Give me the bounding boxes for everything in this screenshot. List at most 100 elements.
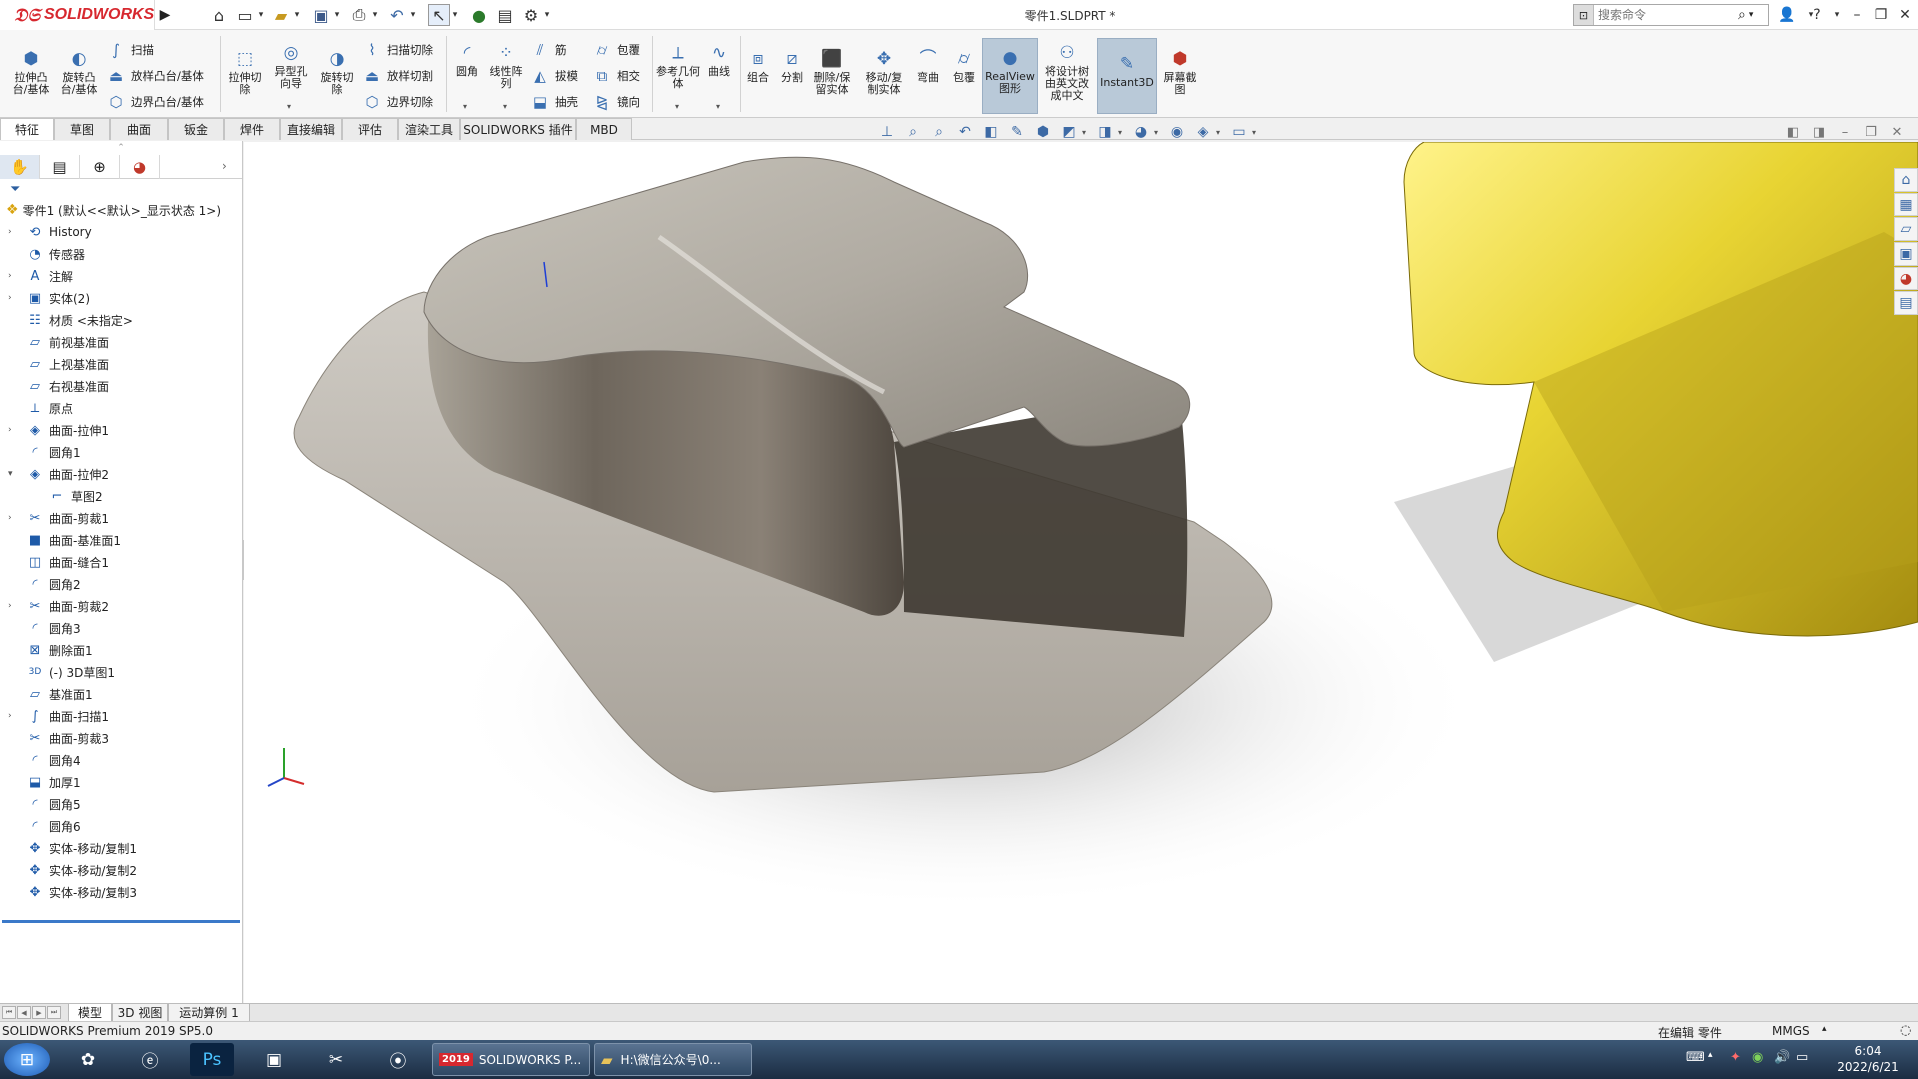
mirror-button[interactable]: ⧎ 镜向 (592, 92, 640, 112)
search-input[interactable] (1594, 8, 1734, 22)
search-dropdown-icon[interactable]: ▾ (1749, 10, 1754, 20)
tree-root-part[interactable]: ❖ 零件1 (默认<<默认>_显示状态 1>) (0, 199, 242, 221)
tray-network-icon[interactable]: ▭ (1796, 1050, 1808, 1065)
tree-item[interactable]: ⊠ 删除面1 (0, 639, 242, 661)
search-icon[interactable]: ⌕ (1738, 7, 1746, 23)
instant3d-toggle[interactable]: ✎ Instant3D (1097, 38, 1157, 114)
zoom-to-area-icon[interactable]: ⌕ (926, 122, 952, 142)
tree-item[interactable]: ◫ 曲面-缝合1 (0, 551, 242, 573)
tree-item[interactable]: ◜ 圆角6 (0, 815, 242, 837)
feature-manager-tab-icon[interactable]: ✋ (0, 155, 40, 179)
start-button-icon[interactable]: ⊞ (4, 1043, 50, 1076)
tree-filter-icon[interactable]: ⏷ (0, 179, 242, 199)
print-icon[interactable]: ⎙ (348, 4, 370, 26)
user-account-icon[interactable]: 👤 (1776, 4, 1798, 26)
tree-item[interactable]: › ✂ 曲面-剪裁1 (0, 507, 242, 529)
translate-tree-button[interactable]: ⚇ 将设计树由英文改成中文 (1040, 42, 1094, 102)
appearances-scenes-icon[interactable]: ◕ (1894, 266, 1918, 291)
taskbar-photoshop-icon[interactable]: Ps (190, 1043, 234, 1076)
tab-scroll-prev-icon[interactable]: ◀ (17, 1006, 31, 1019)
reference-geometry-button[interactable]: ⟂ 参考几何体 (656, 42, 700, 90)
panel-expand-arrow-icon[interactable]: › (222, 159, 227, 173)
collapse-arrow-icon[interactable]: ▾ (8, 469, 18, 479)
tree-item[interactable]: ◜ 圆角2 (0, 573, 242, 595)
options-gear-icon[interactable]: ⚙ (520, 4, 542, 26)
edit-appearance-icon[interactable]: ◕ (1128, 122, 1154, 142)
fillet-dropdown-icon[interactable]: ▾ (463, 102, 467, 111)
undo-dropdown-icon[interactable]: ▾ (408, 4, 418, 26)
display-style-icon[interactable]: ◩ (1056, 122, 1082, 142)
help-dropdown-icon[interactable]: ▾ (1826, 4, 1848, 26)
rollback-bar[interactable] (2, 920, 240, 923)
swept-cut-button[interactable]: ⌇ 扫描切除 (362, 40, 433, 60)
hole-wizard-dropdown-icon[interactable]: ▾ (287, 102, 291, 111)
tab-motion-study[interactable]: 运动算例 1 (168, 1004, 250, 1022)
boundary-cut-button[interactable]: ⬡ 边界切除 (362, 92, 433, 112)
zoom-to-fit-icon[interactable]: ⌕ (900, 122, 926, 142)
appearance-dropdown-icon[interactable]: ▾ (1154, 128, 1164, 137)
hide-show-dropdown-icon[interactable]: ▾ (1118, 128, 1128, 137)
move-copy-body-button[interactable]: ✥ 移动/复制实体 (862, 48, 906, 96)
view-settings-icon[interactable]: ◈ (1190, 122, 1216, 142)
taskbar-solidworks-window[interactable]: 2019 SOLIDWORKS P... (432, 1043, 590, 1076)
tree-item[interactable]: › A 注解 (0, 265, 242, 287)
tree-item[interactable]: ⬓ 加厚1 (0, 771, 242, 793)
help-icon[interactable]: ? (1806, 4, 1828, 26)
wrap-feature-button[interactable]: ⌭ 包覆 (948, 48, 980, 84)
tray-app-icon[interactable]: ◉ (1752, 1050, 1763, 1065)
tab-evaluate[interactable]: 评估 (342, 118, 398, 140)
unit-dropdown-icon[interactable]: ▴ (1822, 1024, 1827, 1034)
save-icon[interactable]: ▣ (310, 4, 332, 26)
viewport-tile-right-icon[interactable]: ◨ (1806, 122, 1832, 142)
print-dropdown-icon[interactable]: ▾ (370, 4, 380, 26)
file-properties-icon[interactable]: ▤ (494, 4, 516, 26)
tree-item[interactable]: ◔ 传感器 (0, 243, 242, 265)
coordinate-axes-icon[interactable]: ⊥ (874, 122, 900, 142)
tray-volume-icon[interactable]: 🔊 (1774, 1050, 1790, 1065)
status-unit-system[interactable]: MMGS (1772, 1024, 1810, 1038)
tree-item[interactable]: ⟂ 原点 (0, 397, 242, 419)
display-manager-tab-icon[interactable]: ◕ (120, 155, 160, 179)
apply-scene-icon[interactable]: ◉ (1164, 122, 1190, 142)
section-view-icon[interactable]: ◧ (978, 122, 1004, 142)
screenshot-button[interactable]: ⬢ 屏幕截图 (1160, 48, 1200, 96)
tree-item[interactable]: ◜ 圆角4 (0, 749, 242, 771)
select-dropdown-icon[interactable]: ▾ (450, 4, 460, 26)
tree-item[interactable]: › ▣ 实体(2) (0, 287, 242, 309)
tree-item[interactable]: › ∫ 曲面-扫描1 (0, 705, 242, 727)
minimize-window-icon[interactable]: – (1846, 4, 1868, 26)
revolve-boss-button[interactable]: ◐ 旋转凸台/基体 (56, 48, 102, 96)
solidworks-resources-home-icon[interactable]: ⌂ (1894, 168, 1918, 192)
tab-features[interactable]: 特征 (0, 118, 54, 140)
taskbar-image-viewer-icon[interactable]: ▣ (252, 1043, 296, 1076)
tree-item[interactable]: › ✂ 曲面-剪裁2 (0, 595, 242, 617)
split-button[interactable]: ⧄ 分割 (776, 48, 808, 84)
display-style-dropdown-icon[interactable]: ▾ (1082, 128, 1092, 137)
tree-item[interactable]: ▱ 基准面1 (0, 683, 242, 705)
viewport-restore-icon[interactable]: ❐ (1858, 122, 1884, 142)
tree-item[interactable]: ⌐ 草图2 (0, 485, 242, 507)
expand-arrow-icon[interactable]: › (8, 293, 18, 303)
draft-button[interactable]: ◭ 拔模 (530, 66, 578, 86)
tab-scroll-next-icon[interactable]: ▶ (32, 1006, 46, 1019)
reference-geometry-dropdown-icon[interactable]: ▾ (675, 102, 679, 111)
tree-item[interactable]: › ⟲ History (0, 221, 242, 243)
viewport-minimize-icon[interactable]: – (1832, 122, 1858, 142)
panel-splitter-handle[interactable]: ⌃ (0, 141, 242, 155)
tab-direct-editing[interactable]: 直接编辑 (280, 118, 342, 140)
tree-item[interactable]: ✥ 实体-移动/复制3 (0, 881, 242, 903)
hide-show-items-icon[interactable]: ◨ (1092, 122, 1118, 142)
loft-button[interactable]: ⏏ 放样凸台/基体 (106, 66, 204, 86)
expand-arrow-icon[interactable]: › (8, 425, 18, 435)
tray-expand-icon[interactable]: ▴ (1708, 1050, 1713, 1060)
status-help-icon[interactable]: ◌ (1900, 1023, 1911, 1038)
linear-pattern-button[interactable]: ⁘ 线性阵列 (486, 42, 526, 90)
rib-button[interactable]: ⫽ 筋 (530, 40, 567, 60)
solidworks-logo[interactable]: 𝔇𝔖 SOLIDWORKS (0, 0, 155, 30)
monitor-dropdown-icon[interactable]: ▾ (1252, 128, 1262, 137)
wrap-button[interactable]: ⌭ 包覆 (592, 40, 640, 60)
previous-view-icon[interactable]: ↶ (952, 122, 978, 142)
expand-arrow-icon[interactable]: › (8, 513, 18, 523)
new-dropdown-icon[interactable]: ▾ (256, 4, 266, 26)
open-dropdown-icon[interactable]: ▾ (292, 4, 302, 26)
